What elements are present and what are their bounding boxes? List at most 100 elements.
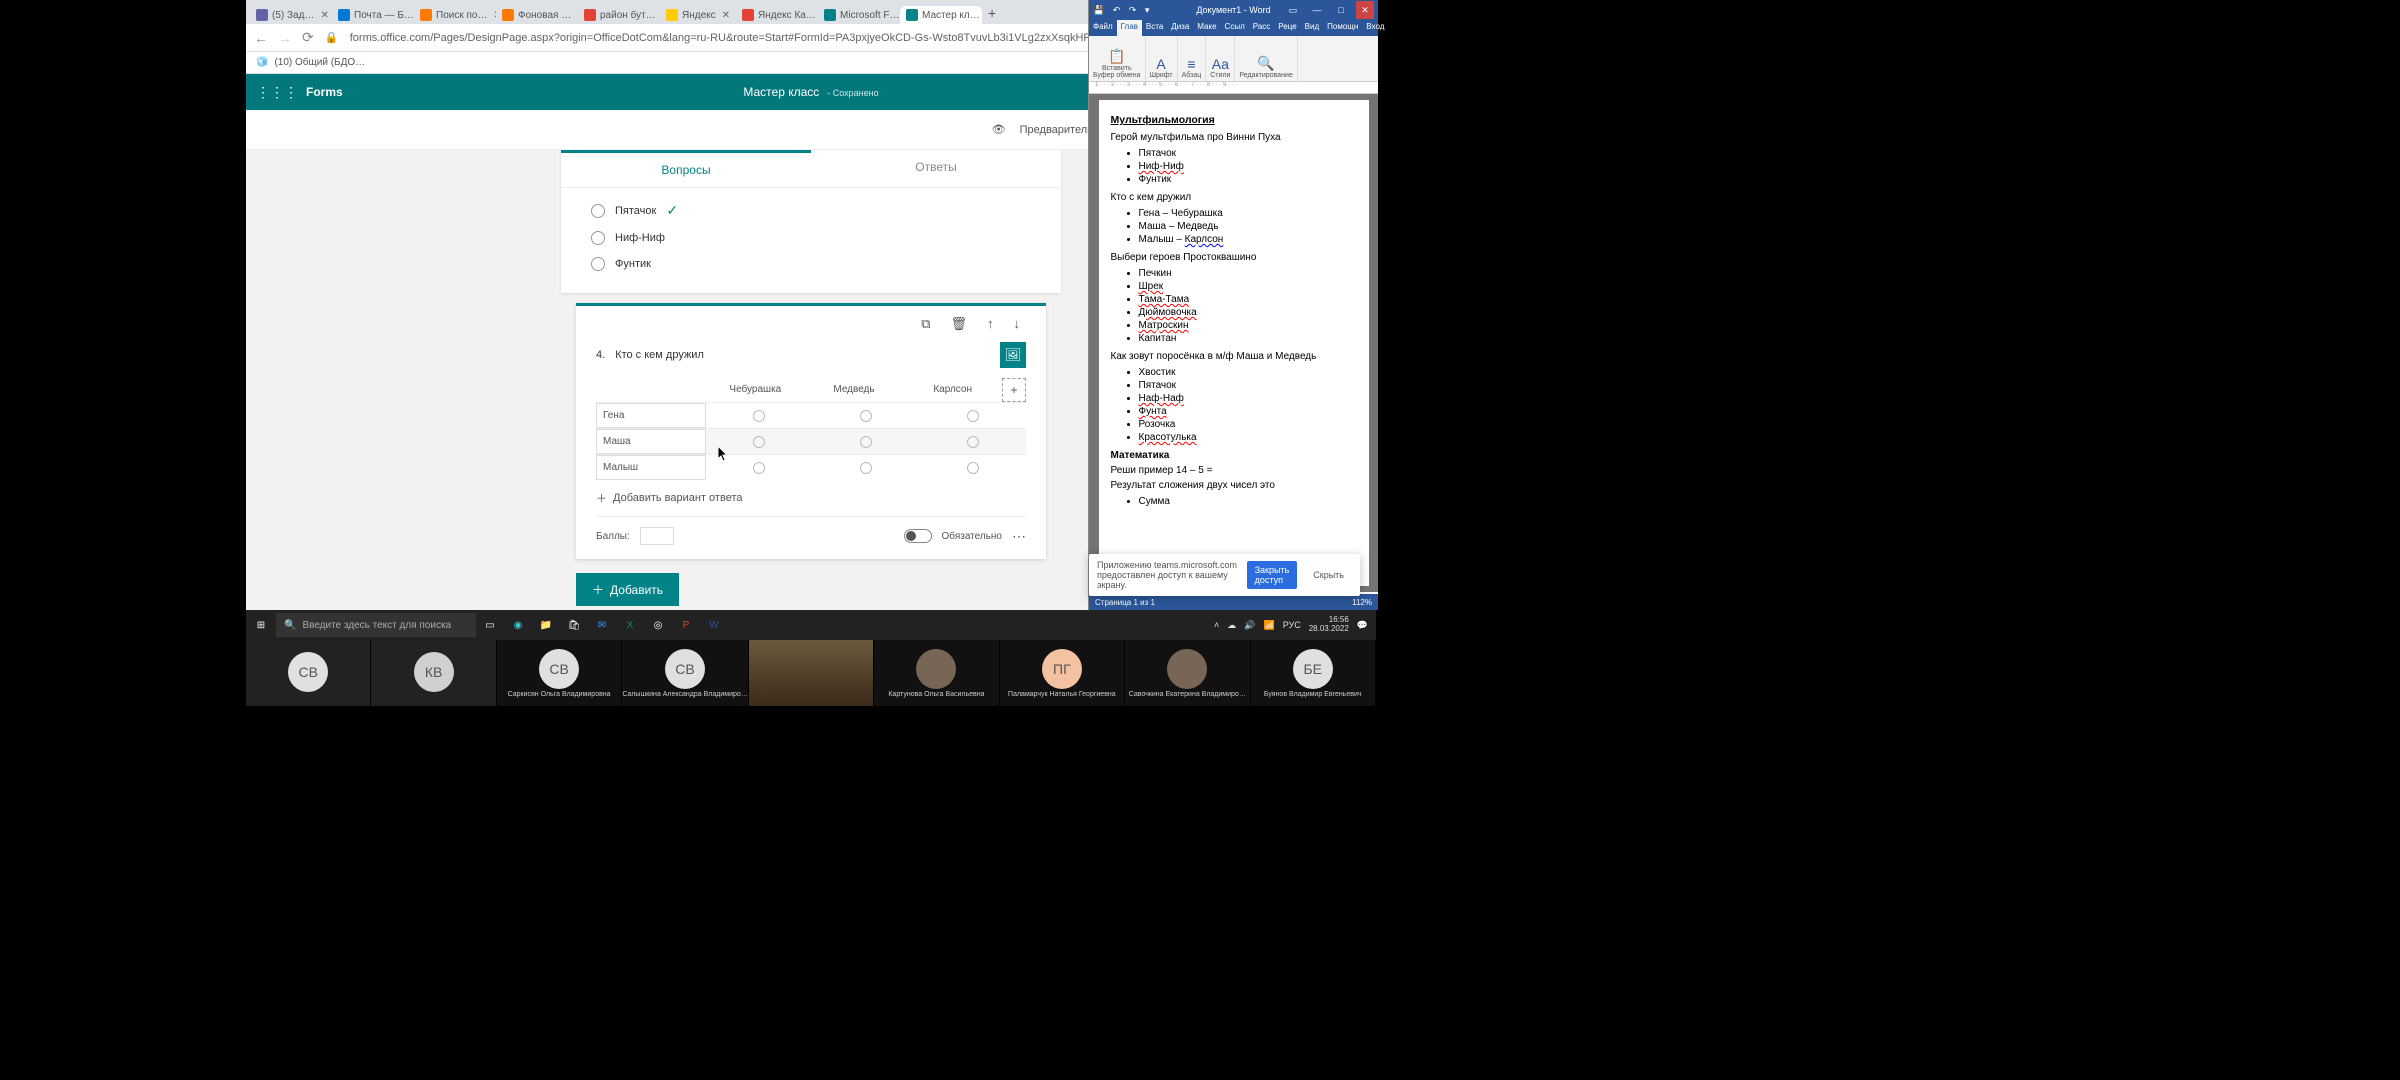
grid-column-label[interactable]: Карлсон: [903, 378, 1002, 402]
styles-icon[interactable]: Aa: [1212, 56, 1229, 72]
excel-icon[interactable]: X: [616, 610, 644, 640]
browser-tab[interactable]: Яндекс✕: [660, 6, 736, 24]
tab-responses[interactable]: Ответы: [811, 150, 1061, 187]
tray-chevron-icon[interactable]: ˄: [1214, 620, 1219, 630]
paragraph-icon[interactable]: ≡: [1187, 56, 1195, 72]
browser-tab[interactable]: Поиск по…✕: [414, 6, 496, 24]
new-tab-button[interactable]: +: [982, 2, 1002, 24]
ribbon-tab[interactable]: Ссыл: [1221, 20, 1249, 36]
participant-tile[interactable]: СВСаркисян Ольга Владимировна: [497, 640, 622, 706]
ribbon-tab[interactable]: Вид: [1301, 20, 1323, 36]
onedrive-icon[interactable]: ☁: [1227, 620, 1236, 631]
participant-tile[interactable]: Савочкина Екатерина Владимиро…: [1125, 640, 1250, 706]
stop-sharing-button[interactable]: Закрыть доступ: [1247, 561, 1298, 589]
grid-row-label[interactable]: Малыш: [596, 455, 706, 480]
question-title-input[interactable]: Кто с кем дружил: [615, 345, 990, 365]
window-minimize[interactable]: ―: [1308, 1, 1326, 19]
participant-tile[interactable]: КВ: [371, 640, 496, 706]
grid-cell[interactable]: [706, 404, 813, 428]
participant-tile[interactable]: [749, 640, 874, 706]
action-center-icon[interactable]: 💬: [1357, 620, 1368, 631]
grid-cell[interactable]: [919, 430, 1026, 454]
ribbon-tab[interactable]: Расс: [1249, 20, 1275, 36]
nav-reload[interactable]: ⟳: [302, 29, 314, 46]
chrome-icon[interactable]: ◎: [644, 610, 672, 640]
grid-cell[interactable]: [813, 404, 920, 428]
document-area[interactable]: Мультфильмология Герой мультфильма про В…: [1089, 94, 1378, 592]
grid-cell[interactable]: [919, 456, 1026, 480]
find-icon[interactable]: 🔍: [1257, 55, 1274, 72]
bookmark-item[interactable]: (10) Общий (БДО…: [274, 57, 365, 68]
ribbon-tab[interactable]: Помощн: [1323, 20, 1362, 36]
hide-toast-button[interactable]: Скрыть: [1305, 566, 1352, 584]
grid-row-label[interactable]: Гена: [596, 403, 706, 428]
browser-tab[interactable]: (5) Зад…✕: [250, 6, 332, 24]
participant-tile[interactable]: СВ: [246, 640, 371, 706]
undo-icon[interactable]: ↶: [1113, 5, 1121, 15]
qat-dropdown-icon[interactable]: ▾: [1145, 5, 1150, 15]
font-icon[interactable]: A: [1156, 56, 1165, 72]
form-title[interactable]: Мастер класс: [743, 85, 819, 99]
radio-option[interactable]: Пятачок✓: [591, 196, 1031, 225]
ribbon-tab[interactable]: Вста: [1142, 20, 1167, 36]
participant-tile[interactable]: ПГПаламарчук Наталья Георгиевна: [1000, 640, 1125, 706]
edge-icon[interactable]: ◉: [504, 610, 532, 640]
add-column-button[interactable]: +: [1002, 378, 1026, 402]
paste-icon[interactable]: 📋: [1108, 48, 1125, 65]
ribbon-tab[interactable]: Маке: [1193, 20, 1220, 36]
tab-questions[interactable]: Вопросы: [561, 150, 811, 187]
ribbon-tab[interactable]: Глав: [1117, 20, 1142, 36]
radio-option[interactable]: Ниф-Ниф: [591, 225, 1031, 251]
participant-tile[interactable]: СВСалышкина Александра Владимиро…: [622, 640, 748, 706]
copy-icon[interactable]: ⧉: [921, 316, 930, 332]
nav-forward[interactable]: →: [278, 30, 292, 46]
add-option-button[interactable]: ＋ Добавить вариант ответа: [596, 480, 1026, 516]
grid-column-label[interactable]: Чебурашка: [706, 378, 805, 402]
required-toggle[interactable]: [904, 529, 932, 543]
grid-column-label[interactable]: Медведь: [805, 378, 904, 402]
task-view-icon[interactable]: ▭: [476, 610, 504, 640]
browser-tab[interactable]: Microsoft F…✕: [818, 6, 900, 24]
participant-tile[interactable]: Картунова Ольга Васильевна: [874, 640, 999, 706]
question-more-icon[interactable]: ⋯: [1012, 528, 1026, 545]
sign-in-button[interactable]: Вход: [1362, 20, 1388, 36]
ribbon-display-icon[interactable]: ▭: [1284, 1, 1302, 19]
add-question-button[interactable]: ＋ Добавить: [576, 573, 679, 606]
radio-option[interactable]: Фунтик: [591, 251, 1031, 277]
nav-back[interactable]: ←: [254, 30, 268, 46]
browser-tab[interactable]: Почта — Б…✕: [332, 6, 414, 24]
keyboard-lang[interactable]: РУС: [1283, 620, 1301, 630]
browser-tab[interactable]: Мастер кл…✕: [900, 6, 982, 24]
network-icon[interactable]: 📶: [1263, 620, 1274, 631]
powerpoint-icon[interactable]: P: [672, 610, 700, 640]
participant-tile[interactable]: БЕБуянов Владимир Евгеньевич: [1251, 640, 1376, 706]
mail-icon[interactable]: ✉: [588, 610, 616, 640]
move-up-icon[interactable]: ↑: [987, 316, 994, 332]
move-down-icon[interactable]: ↓: [1014, 316, 1021, 332]
browser-tab[interactable]: Яндекс Ка…✕: [736, 6, 818, 24]
window-close[interactable]: ✕: [1356, 1, 1374, 19]
trash-icon[interactable]: 🗑: [950, 316, 967, 332]
store-icon[interactable]: 🛍: [560, 610, 588, 640]
points-input[interactable]: [640, 527, 674, 545]
taskbar-search[interactable]: 🔍 Введите здесь текст для поиска: [276, 613, 476, 637]
word-icon[interactable]: W: [700, 610, 728, 640]
close-tab-icon[interactable]: ✕: [722, 10, 730, 21]
grid-cell[interactable]: [706, 456, 813, 480]
ribbon-tab[interactable]: Файл: [1089, 20, 1117, 36]
insert-media-button[interactable]: 🖼: [1000, 342, 1026, 368]
ribbon-tab[interactable]: Реце: [1274, 20, 1300, 36]
taskbar-clock[interactable]: 16:5628.03.2022: [1309, 616, 1349, 634]
grid-cell[interactable]: [706, 430, 813, 454]
forms-brand[interactable]: Forms: [306, 85, 343, 99]
grid-cell[interactable]: [813, 456, 920, 480]
browser-tab[interactable]: Фоновая …✕: [496, 6, 578, 24]
grid-row-label[interactable]: Маша: [596, 429, 706, 454]
grid-cell[interactable]: [919, 404, 1026, 428]
window-maximize[interactable]: □: [1332, 1, 1350, 19]
close-tab-icon[interactable]: ✕: [320, 10, 328, 21]
page-indicator[interactable]: Страница 1 из 1: [1095, 598, 1155, 607]
volume-icon[interactable]: 🔊: [1244, 620, 1255, 631]
save-icon[interactable]: 💾: [1093, 5, 1104, 15]
explorer-icon[interactable]: 📁: [532, 610, 560, 640]
